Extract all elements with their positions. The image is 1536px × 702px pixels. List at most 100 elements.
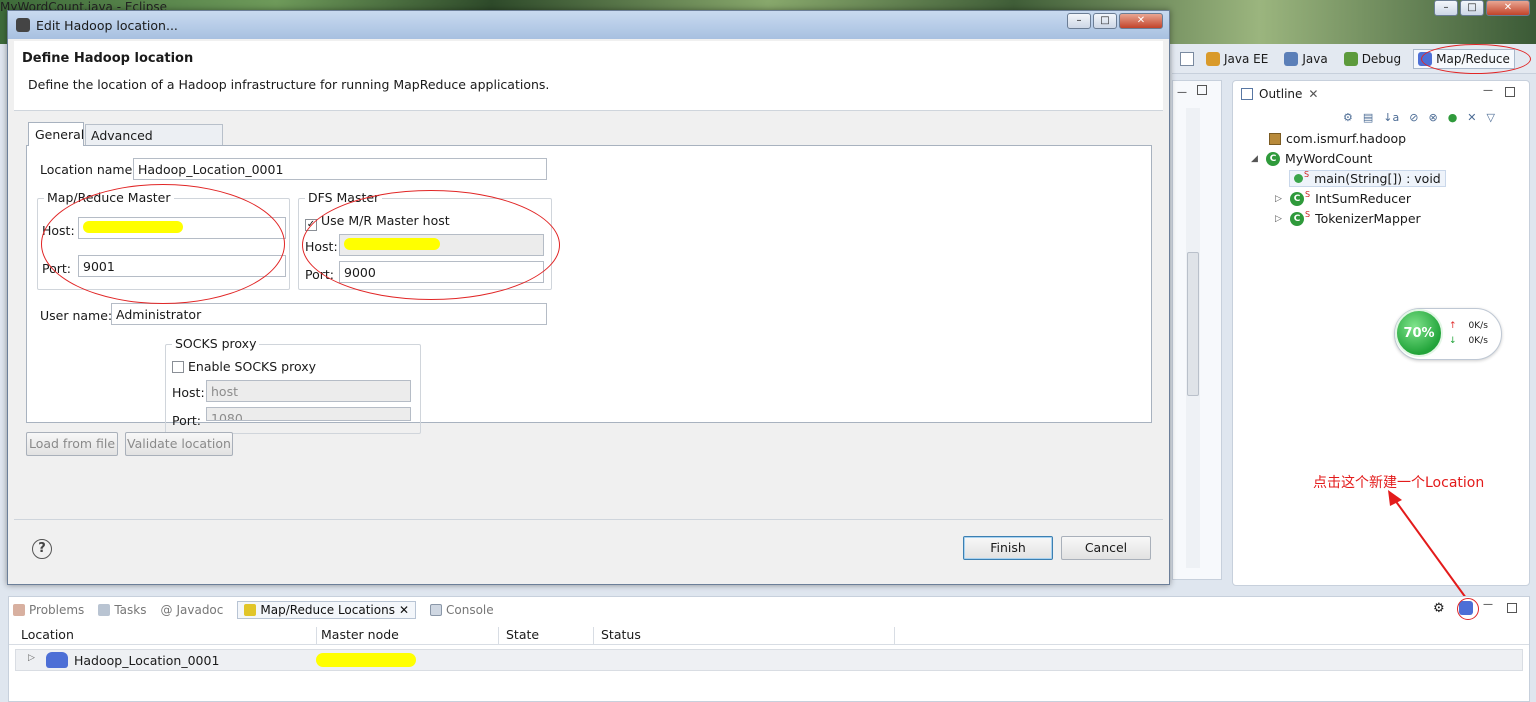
tree-item-class[interactable]: ◢ C MyWordCount [1251,151,1372,166]
debug-bug-icon [1343,51,1358,66]
class-icon: C [1266,151,1280,166]
collapsed-twisty-icon[interactable]: ▷ [1275,214,1285,224]
maximize-icon[interactable] [1507,603,1517,613]
tree-item-method[interactable]: S main(String[]) : void [1289,170,1446,187]
annotation-ellipse-dfs-master [302,190,560,300]
table-row[interactable]: ▷ Hadoop_Location_0001 [15,649,1523,671]
hide-local-types-icon[interactable]: ✕ [1467,111,1476,124]
collapse-all-icon[interactable]: ▤ [1363,111,1373,124]
perspective-debug[interactable]: Debug [1340,50,1405,68]
class-icon: C [1290,191,1304,206]
minimize-icon[interactable]: — [1177,87,1187,98]
user-name-field[interactable]: Administrator [111,303,547,325]
class-icon: C [1290,211,1304,226]
open-perspective-icon[interactable] [1180,51,1194,66]
tab-outline[interactable]: Outline ✕ [1241,83,1318,105]
tree-item-package[interactable]: com.ismurf.hadoop [1269,131,1406,146]
tab-console[interactable]: Console [430,603,494,617]
maximize-icon[interactable] [1197,85,1207,95]
collapsed-twisty-icon[interactable]: ▷ [28,653,35,663]
socks-port-label: Port: [172,413,201,428]
socks-host-field[interactable]: host [206,380,411,402]
map-reduce-locations-view: Problems Tasks @ Javadoc Map/Reduce Loca… [8,596,1530,702]
validate-location-button[interactable]: Validate location [125,432,233,456]
tree-item-class[interactable]: ▷ C S IntSumReducer [1275,190,1411,206]
static-marker-icon: S [1305,190,1311,199]
upload-speed: ↑ 0K/s [1449,321,1488,331]
sort-icon[interactable]: ↓a [1383,111,1399,124]
tab-advanced-parameters[interactable]: Advanced parameters [85,124,223,158]
problems-icon [13,604,25,616]
column-header-state[interactable]: State [502,627,594,645]
perspective-java-ee[interactable]: Java EE [1202,50,1272,68]
tab-label: Console [446,603,494,617]
dialog-header-description: Define the location of a Hadoop infrastr… [28,77,550,92]
close-button[interactable]: ✕ [1119,13,1163,29]
load-from-file-button[interactable]: Load from file [26,432,118,456]
outline-icon [1241,88,1253,100]
finish-button[interactable]: Finish [963,536,1053,560]
java-ee-icon [1206,51,1220,66]
upload-arrow-icon: ↑ [1449,321,1457,331]
socks-host-label: Host: [172,385,205,400]
minimize-icon[interactable]: — [1483,85,1493,96]
tab-label: Javadoc [176,603,224,617]
minimize-icon[interactable]: — [1483,599,1493,610]
expanded-twisty-icon[interactable]: ◢ [1251,154,1261,164]
collapsed-twisty-icon[interactable]: ▷ [1275,194,1285,204]
minimize-button[interactable]: – [1434,0,1458,16]
tree-item-label: IntSumReducer [1315,191,1411,206]
method-icon [1294,174,1303,183]
minimize-button[interactable]: – [1067,13,1091,29]
column-header-status[interactable]: Status [597,627,895,645]
console-icon [430,604,443,616]
cancel-button[interactable]: Cancel [1061,536,1151,560]
tab-label: Tasks [114,603,147,617]
perspective-java[interactable]: Java [1280,50,1331,68]
hide-nonpublic-icon[interactable]: ● [1448,111,1458,124]
tab-tasks[interactable]: Tasks [98,603,146,617]
dialog-titlebar: Edit Hadoop location... [8,11,1169,39]
help-icon[interactable]: ? [32,539,52,559]
perspective-label: Java [1302,51,1328,66]
javadoc-at-icon: @ [160,603,173,617]
dialog-header: Define Hadoop location Define the locati… [14,41,1163,111]
column-header-location[interactable]: Location [17,627,317,645]
tree-item-class[interactable]: ▷ C S TokenizerMapper [1275,210,1421,226]
editor-scrollbar-thumb[interactable] [1187,252,1199,396]
static-marker-icon: S [1304,170,1310,179]
hide-static-icon[interactable]: ⊗ [1428,111,1437,124]
enable-socks-checkbox[interactable]: Enable SOCKS proxy [172,359,316,374]
edit-hadoop-location-dialog: Edit Hadoop location... – □ ✕ Define Had… [7,10,1170,585]
maximize-button[interactable]: □ [1093,13,1117,29]
edit-location-icon[interactable]: ⚙ [1433,601,1445,616]
socks-port-field[interactable]: 1080 [206,407,411,421]
close-button[interactable]: ✕ [1486,0,1530,16]
package-icon [1269,132,1281,145]
close-icon[interactable]: ✕ [399,603,409,617]
tab-label: Map/Reduce Locations [260,603,395,617]
location-name-field[interactable]: Hadoop_Location_0001 [133,158,547,180]
elephant-icon [46,652,68,668]
tab-javadoc[interactable]: @ Javadoc [160,603,223,617]
user-name-label: User name: [40,308,113,323]
close-icon[interactable]: ✕ [1308,87,1318,101]
maximize-button[interactable]: □ [1460,0,1484,16]
network-speed-widget[interactable]: 70% ↑ 0K/s ↓ 0K/s [1394,308,1502,360]
network-usage-gauge: 70% [1395,309,1443,357]
checkbox-unchecked-icon[interactable] [172,361,184,373]
view-menu-icon[interactable]: ▽ [1487,111,1495,124]
download-arrow-icon: ↓ [1449,336,1457,346]
eclipse-icon [16,18,30,32]
column-header-master-node[interactable]: Master node [317,627,499,645]
tab-general[interactable]: General [28,122,84,146]
maximize-icon[interactable] [1505,87,1515,97]
outline-tab-label: Outline [1259,87,1303,101]
upload-speed-value: 0K/s [1468,321,1488,331]
outline-toolbar: ⚙ ▤ ↓a ⊘ ⊗ ● ✕ ▽ [1343,111,1495,124]
tab-map-reduce-locations[interactable]: Map/Reduce Locations ✕ [237,601,417,619]
general-tab-panel: Location name: Hadoop_Location_0001 Map/… [26,145,1152,434]
hide-fields-icon[interactable]: ⊘ [1409,111,1418,124]
tab-problems[interactable]: Problems [13,603,84,617]
sync-icon[interactable]: ⚙ [1343,111,1353,124]
